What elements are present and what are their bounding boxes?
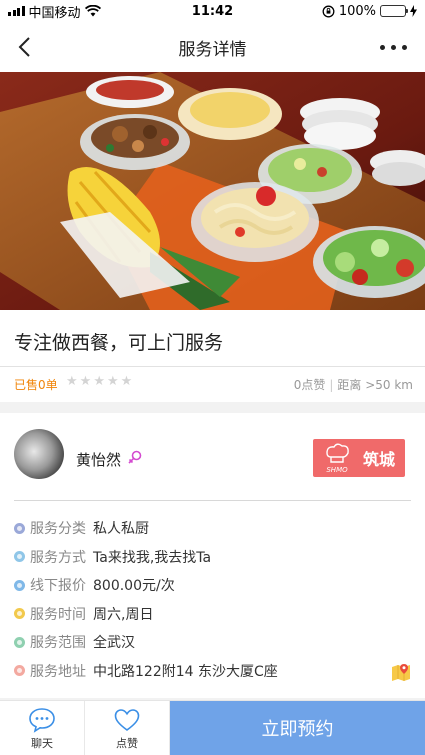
- divider: [0, 366, 425, 367]
- chat-icon: [29, 707, 55, 733]
- info-row[interactable]: 服务地址 中北路122附14 东沙大厦C座: [14, 657, 411, 686]
- info-row: 服务时间 周六,周日: [14, 600, 411, 629]
- star-icon: ★: [106, 374, 119, 389]
- battery-percent: 100%: [338, 3, 376, 19]
- avatar[interactable]: [14, 429, 64, 479]
- info-bullet-icon: [14, 636, 25, 648]
- distance: 距离 >50 km: [337, 378, 413, 392]
- more-button[interactable]: [380, 37, 407, 57]
- wifi-icon: [84, 5, 101, 17]
- chat-label: 聊天: [31, 736, 53, 750]
- info-bullet-icon: [14, 608, 25, 620]
- like-button[interactable]: 点赞: [85, 701, 170, 755]
- heart-icon: [114, 708, 140, 731]
- bottom-action-bar: 聊天 点赞 立即预约: [0, 700, 425, 755]
- signal-icon: [8, 6, 25, 16]
- charging-icon: [410, 5, 417, 17]
- star-icon: ★: [93, 374, 105, 389]
- star-icon: ★: [66, 374, 78, 389]
- info-bullet-icon: [14, 522, 25, 534]
- orientation-lock-icon: [322, 5, 335, 17]
- chat-button[interactable]: 聊天: [0, 701, 85, 755]
- info-label: 服务范围: [30, 635, 86, 652]
- service-cover-image: [0, 72, 425, 310]
- provider-card: 黄怡然 SHMO 筑城 服务分类 私人私厨 服务方式 Ta来找我,我去找Ta 线下报价 8…: [0, 413, 425, 698]
- rating-stars: ★ ★ ★ ★ ★: [66, 375, 132, 389]
- like-label: 点赞: [116, 736, 138, 750]
- star-icon: ★: [120, 374, 133, 389]
- info-bullet-icon: [14, 579, 25, 591]
- like-count: 0点赞: [293, 378, 326, 392]
- sold-count: 已售0单: [14, 378, 58, 392]
- divider: [14, 500, 411, 501]
- info-value: 800.00元/次: [93, 578, 175, 595]
- info-value: 中北路122附14 东沙大厦C座: [93, 663, 278, 680]
- info-label: 服务时间: [30, 606, 86, 623]
- page-title: 服务详情: [178, 39, 247, 60]
- shop-name: 筑城: [363, 450, 396, 469]
- info-row: 线下报价 800.00元/次: [14, 571, 411, 600]
- shop-badge[interactable]: SHMO 筑城: [313, 439, 405, 477]
- info-bullet-icon: [14, 665, 25, 677]
- service-info-list: 服务分类 私人私厨 服务方式 Ta来找我,我去找Ta 线下报价 800.00元/次 服务时间…: [14, 514, 411, 685]
- service-title: 专注做西餐，可上门服务: [14, 332, 224, 354]
- info-label: 服务地址: [30, 663, 86, 680]
- navigation-bar: 服务详情: [0, 22, 425, 72]
- shop-logo-text: SHMO: [326, 466, 348, 474]
- info-label: 服务方式: [30, 549, 86, 566]
- female-icon: [128, 450, 142, 464]
- book-now-button[interactable]: 立即预约: [170, 701, 425, 755]
- info-label: 线下报价: [30, 578, 86, 595]
- star-icon: ★: [79, 374, 92, 389]
- info-value: 全武汉: [93, 635, 135, 652]
- chef-hat-logo-icon: SHMO: [326, 443, 349, 474]
- back-button[interactable]: [14, 35, 38, 59]
- info-row: 服务范围 全武汉: [14, 628, 411, 657]
- info-value: 私人私厨: [93, 521, 149, 538]
- info-row: 服务分类 私人私厨: [14, 514, 411, 543]
- service-stats: 0点赞 | 距离 >50 km: [293, 378, 413, 392]
- info-bullet-icon: [14, 551, 25, 563]
- carrier-label: 中国移动: [28, 5, 81, 21]
- service-summary: 专注做西餐，可上门服务 已售0单 ★ ★ ★ ★ ★ 0点赞 | 距离 >50 km: [0, 310, 425, 402]
- status-bar: 中国移动 11:42 100%: [0, 0, 425, 22]
- info-label: 服务分类: [30, 521, 86, 538]
- map-location-icon[interactable]: [391, 662, 411, 682]
- battery-icon: [380, 5, 408, 17]
- provider-name[interactable]: 黄怡然: [76, 449, 121, 470]
- info-row: 服务方式 Ta来找我,我去找Ta: [14, 543, 411, 572]
- info-value: 周六,周日: [93, 606, 154, 623]
- info-value: Ta来找我,我去找Ta: [93, 549, 212, 566]
